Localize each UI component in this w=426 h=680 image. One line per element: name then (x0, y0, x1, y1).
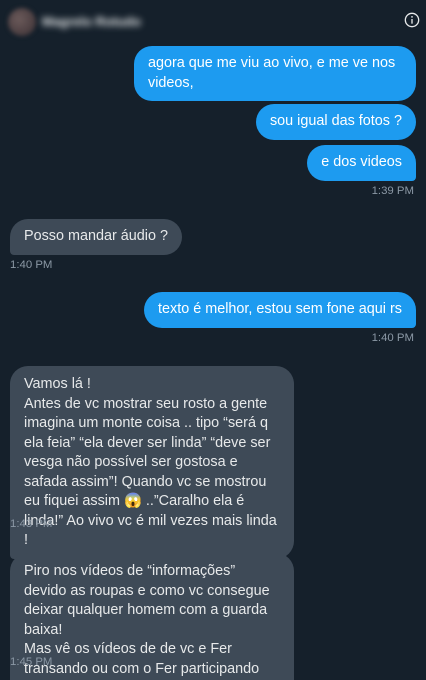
message-bubble-incoming[interactable]: Vamos lá ! Antes de vc mostrar seu rosto… (10, 366, 294, 559)
message-bubble-outgoing[interactable]: texto é melhor, estou sem fone aqui rs (144, 292, 416, 328)
message-timestamp: 1:43 PM (10, 518, 53, 530)
message-bubble-outgoing[interactable]: e dos videos (307, 145, 416, 181)
contact-name[interactable]: Magrelo Rotudo (42, 14, 141, 29)
contact-avatar[interactable] (8, 8, 36, 36)
message-timestamp: 1:40 PM (371, 332, 414, 344)
message-bubble-incoming[interactable]: Piro nos vídeos de “informações” devido … (10, 553, 294, 680)
message-bubble-outgoing[interactable]: agora que me viu ao vivo, e me ve nos vi… (134, 46, 416, 101)
conversation-header: Magrelo Rotudo (0, 0, 426, 42)
message-timestamp: 1:40 PM (10, 259, 53, 271)
message-bubble-outgoing[interactable]: sou igual das fotos ? (255, 104, 416, 140)
info-icon[interactable] (404, 12, 420, 28)
message-timestamp: 1:45 PM (10, 656, 53, 668)
message-bubble-incoming[interactable]: Posso mandar áudio ? (10, 219, 182, 255)
message-timestamp: 1:39 PM (371, 185, 414, 197)
